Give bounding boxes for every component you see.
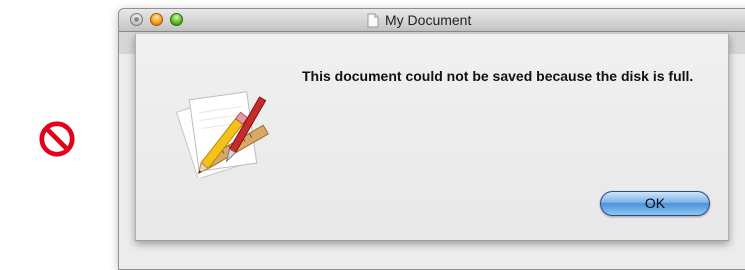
ok-button[interactable]: OK xyxy=(600,191,710,216)
zoom-button[interactable] xyxy=(170,13,183,26)
alert-sheet: This document could not be saved because… xyxy=(135,34,729,241)
window-title: My Document xyxy=(367,12,471,28)
alert-message: This document could not be saved because… xyxy=(302,68,694,84)
window-title-text: My Document xyxy=(385,12,472,28)
window-titlebar[interactable]: My Document xyxy=(119,9,745,32)
minimize-button[interactable] xyxy=(150,13,163,26)
textedit-app-icon xyxy=(175,91,269,178)
document-proxy-icon[interactable] xyxy=(367,13,379,28)
no-entry-icon xyxy=(39,121,75,157)
close-button[interactable] xyxy=(130,13,143,26)
